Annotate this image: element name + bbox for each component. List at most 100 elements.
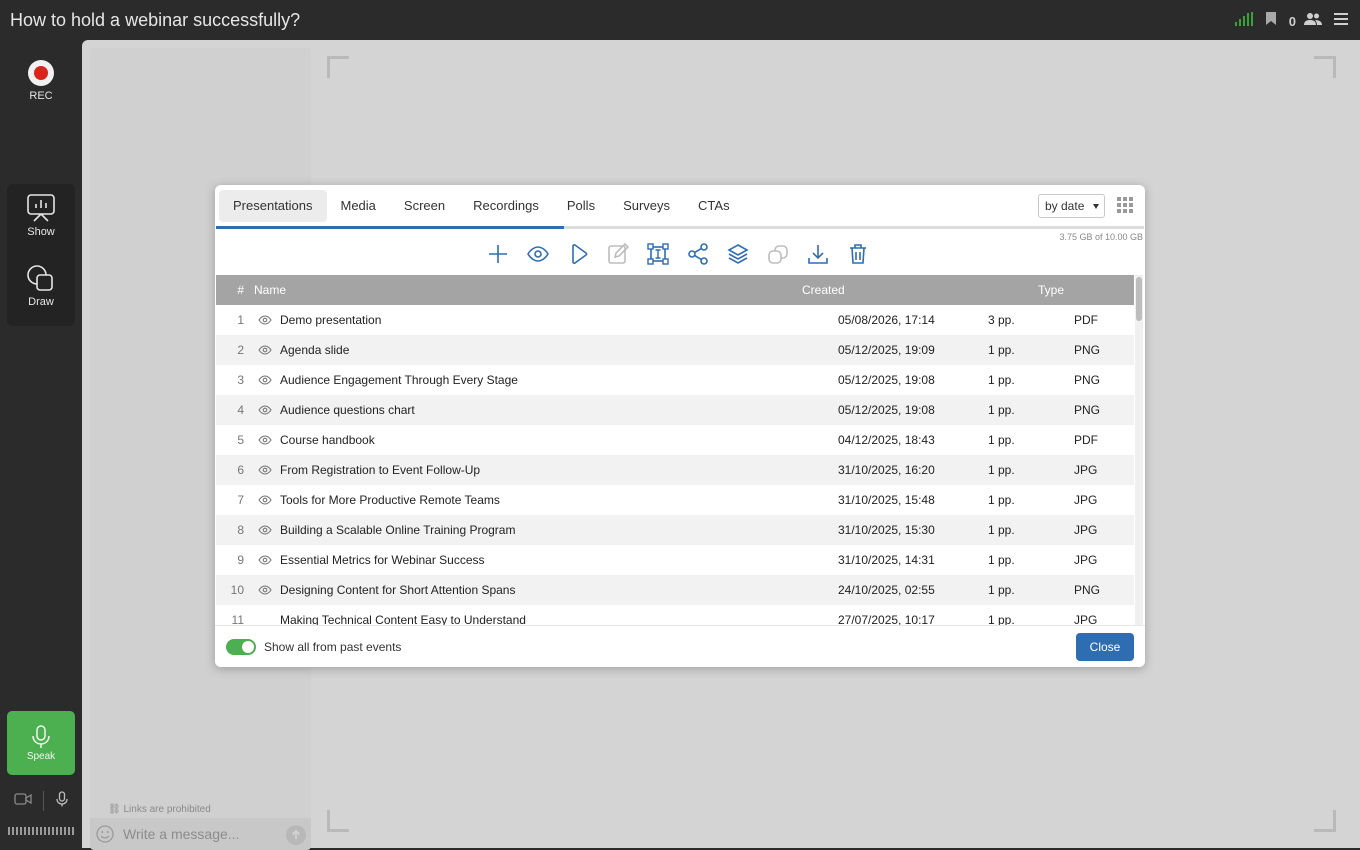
message-box	[90, 818, 311, 850]
tab-recordings[interactable]: Recordings	[459, 190, 553, 222]
rec-button[interactable]: REC	[26, 60, 56, 102]
past-events-toggle-label: Show all from past events	[264, 640, 402, 654]
stage-corner-marker	[327, 56, 349, 78]
table-row[interactable]: 5 Course handbook 04/12/2025, 18:43 1 pp. PD…	[216, 425, 1134, 455]
file-type: PDF	[1074, 433, 1098, 447]
created-date: 31/10/2025, 15:48	[838, 493, 935, 507]
created-date: 24/10/2025, 02:55	[838, 583, 935, 597]
edit-icon[interactable]	[607, 242, 630, 265]
sort-select[interactable]: by date	[1038, 194, 1105, 218]
table-row[interactable]: 7 Tools for More Productive Remote Teams 3…	[216, 485, 1134, 515]
tab-media[interactable]: Media	[327, 190, 390, 222]
close-button[interactable]: Close	[1076, 633, 1134, 661]
mic-icon[interactable]	[56, 790, 68, 812]
file-name: Designing Content for Short Attention Sp…	[280, 583, 516, 597]
share-icon[interactable]	[687, 243, 709, 265]
preview-eye-icon[interactable]	[244, 315, 280, 325]
file-name: Making Technical Content Easy to Underst…	[280, 613, 526, 625]
table-row[interactable]: 11 Making Technical Content Easy to Under…	[216, 605, 1134, 625]
column-header-type[interactable]: Type	[1038, 283, 1098, 297]
file-name: From Registration to Event Follow-Up	[280, 463, 481, 477]
record-icon	[28, 60, 54, 86]
preview-eye-icon[interactable]	[244, 345, 280, 355]
column-header-name[interactable]: Name	[244, 283, 802, 297]
send-icon[interactable]	[286, 825, 306, 845]
past-events-toggle[interactable]	[226, 639, 256, 655]
page-count: 1 pp.	[988, 463, 1015, 477]
table-row[interactable]: 1 Demo presentation 05/08/2026, 17:14 3 pp.…	[216, 305, 1134, 335]
draw-button[interactable]: Draw	[7, 254, 75, 324]
tab-ctas[interactable]: CTAs	[684, 190, 744, 222]
table-body: 1 Demo presentation 05/08/2026, 17:14 3 pp.…	[216, 305, 1134, 625]
microphone-icon	[7, 725, 75, 749]
file-type: PNG	[1074, 403, 1101, 417]
row-number: 7	[237, 493, 244, 507]
participants-icon[interactable]	[1304, 12, 1322, 31]
preview-eye-icon[interactable]	[244, 495, 280, 505]
delete-icon[interactable]	[847, 243, 869, 265]
created-date: 31/10/2025, 16:20	[838, 463, 935, 477]
preview-eye-icon[interactable]	[244, 465, 280, 475]
column-header-created[interactable]: Created	[802, 283, 952, 297]
chevron-down-icon	[1093, 204, 1099, 209]
emoji-icon[interactable]	[96, 825, 114, 848]
tab-presentations[interactable]: Presentations	[219, 190, 327, 222]
tab-polls[interactable]: Polls	[553, 190, 609, 222]
preview-eye-icon[interactable]	[244, 555, 280, 565]
resize-icon[interactable]	[647, 243, 669, 265]
duplicate-icon[interactable]	[767, 243, 789, 265]
table-row[interactable]: 9 Essential Metrics for Webinar Success 31…	[216, 545, 1134, 575]
bookmark-icon[interactable]	[1265, 11, 1277, 31]
preview-eye-icon[interactable]	[244, 405, 280, 415]
top-icons: 0	[1234, 11, 1348, 31]
preview-eye-icon[interactable]	[244, 525, 280, 535]
links-note: ⛓ Links are prohibited	[108, 804, 211, 815]
storage-progress-bar	[216, 226, 1144, 229]
preview-icon[interactable]	[527, 243, 549, 265]
created-date: 31/10/2025, 15:30	[838, 523, 935, 537]
presentation-icon	[7, 194, 75, 222]
file-name: Course handbook	[280, 433, 375, 447]
page-count: 1 pp.	[988, 553, 1015, 567]
tab-screen[interactable]: Screen	[390, 190, 459, 222]
add-icon[interactable]	[487, 243, 509, 265]
file-name: Essential Metrics for Webinar Success	[280, 553, 485, 567]
show-button[interactable]: Show	[7, 184, 75, 254]
preview-eye-icon[interactable]	[244, 375, 280, 385]
page-count: 1 pp.	[988, 373, 1015, 387]
table-row[interactable]: 4 Audience questions chart 05/12/2025, 19:…	[216, 395, 1134, 425]
scrollbar-thumb[interactable]	[1136, 277, 1142, 321]
layers-icon[interactable]	[727, 243, 749, 265]
file-name: Audience Engagement Through Every Stage	[280, 373, 518, 387]
top-bar: How to hold a webinar successfully? 0	[0, 0, 1360, 40]
table-row[interactable]: 6 From Registration to Event Follow-Up 31/…	[216, 455, 1134, 485]
table-row[interactable]: 2 Agenda slide 05/12/2025, 19:09 1 pp. PNG	[216, 335, 1134, 365]
preview-eye-icon[interactable]	[244, 435, 280, 445]
created-date: 05/12/2025, 19:08	[838, 373, 935, 387]
grid-view-icon[interactable]	[1117, 197, 1133, 218]
tab-surveys[interactable]: Surveys	[609, 190, 684, 222]
file-toolbar	[487, 242, 869, 265]
file-name: Audience questions chart	[280, 403, 415, 417]
preview-eye-icon[interactable]	[244, 585, 280, 595]
left-rail: REC Show Draw Speak	[0, 40, 82, 850]
row-number: 11	[231, 613, 244, 625]
page-count: 1 pp.	[988, 403, 1015, 417]
row-number: 6	[237, 463, 244, 477]
media-controls	[8, 790, 74, 812]
table-scrollbar[interactable]	[1135, 275, 1143, 625]
table-row[interactable]: 10 Designing Content for Short Attention …	[216, 575, 1134, 605]
menu-icon[interactable]	[1334, 12, 1348, 30]
table-row[interactable]: 3 Audience Engagement Through Every Stage…	[216, 365, 1134, 395]
page-count: 1 pp.	[988, 433, 1015, 447]
message-input[interactable]	[123, 818, 273, 850]
play-icon[interactable]	[567, 243, 589, 265]
row-number: 4	[237, 403, 244, 417]
created-date: 31/10/2025, 14:31	[838, 553, 935, 567]
row-number: 1	[237, 313, 244, 327]
speak-button[interactable]: Speak	[7, 711, 75, 775]
table-row[interactable]: 8 Building a Scalable Online Training Pro…	[216, 515, 1134, 545]
download-icon[interactable]	[807, 243, 829, 265]
file-type: PDF	[1074, 313, 1098, 327]
camera-icon[interactable]	[14, 792, 32, 810]
